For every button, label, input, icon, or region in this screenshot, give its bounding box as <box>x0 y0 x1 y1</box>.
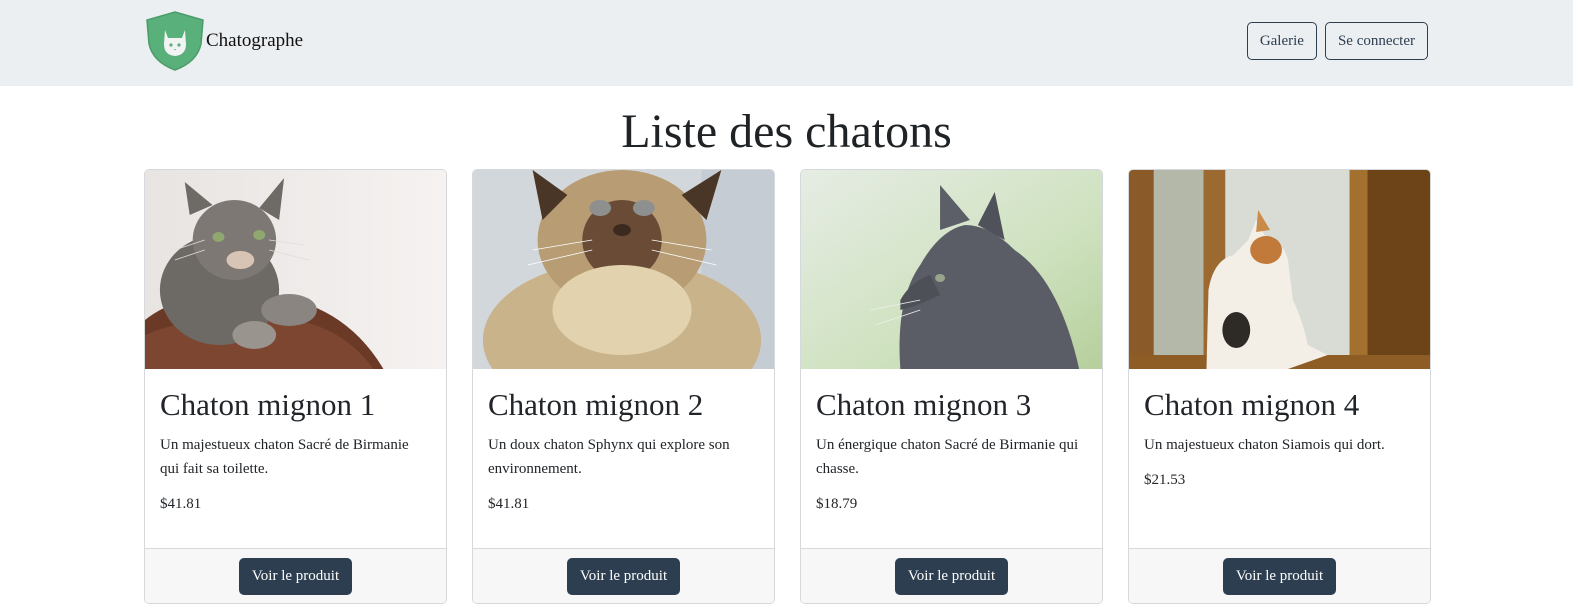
product-price: $41.81 <box>488 496 530 512</box>
product-card: Chaton mignon 4 Un majestueux chaton Sia… <box>1128 169 1431 604</box>
card-body: Chaton mignon 1 Un majestueux chaton Sac… <box>145 387 446 513</box>
brand-name: Chatographe <box>206 30 304 51</box>
card-body: Chaton mignon 4 Un majestueux chaton Sia… <box>1129 387 1430 489</box>
card-footer: Voir le produit <box>145 548 446 603</box>
product-title: Chaton mignon 1 <box>160 387 376 422</box>
card-footer: Voir le produit <box>801 548 1102 603</box>
product-grid: Chaton mignon 1 Un majestueux chaton Sac… <box>144 169 1431 604</box>
view-product-button[interactable]: Voir le produit <box>1222 557 1337 595</box>
product-description: Un majestueux chaton Sacré de Birmanie q… <box>160 437 409 477</box>
product-description: Un énergique chaton Sacré de Birmanie qu… <box>816 437 1079 477</box>
nav-buttons: Galerie Se connecter <box>1246 22 1428 60</box>
cat-shield-icon <box>146 11 204 71</box>
product-card: Chaton mignon 1 Un majestueux chaton Sac… <box>144 169 447 604</box>
kitten-window-photo[interactable] <box>1129 170 1430 369</box>
page-title: Liste des chatons <box>621 105 952 158</box>
product-price: $21.53 <box>1144 472 1186 488</box>
grey-cat-photo[interactable] <box>801 170 1102 369</box>
view-product-button[interactable]: Voir le produit <box>566 557 681 595</box>
product-card: Chaton mignon 2 Un doux chaton Sphynx qu… <box>472 169 775 604</box>
navbar: Chatographe Galerie Se connecter <box>0 0 1573 86</box>
card-body: Chaton mignon 2 Un doux chaton Sphynx qu… <box>473 387 774 513</box>
view-product-button[interactable]: Voir le produit <box>894 557 1009 595</box>
product-price: $18.79 <box>816 496 858 512</box>
product-title: Chaton mignon 3 <box>816 387 1032 422</box>
product-price: $41.81 <box>160 496 202 512</box>
product-title: Chaton mignon 4 <box>1144 387 1360 422</box>
gallery-button[interactable]: Galerie <box>1246 22 1317 60</box>
login-button[interactable]: Se connecter <box>1324 22 1428 60</box>
product-title: Chaton mignon 2 <box>488 387 704 422</box>
card-body: Chaton mignon 3 Un énergique chaton Sacr… <box>801 387 1102 513</box>
card-footer: Voir le produit <box>1129 548 1430 603</box>
tabby-cat-photo[interactable] <box>145 170 446 369</box>
product-description: Un majestueux chaton Siamois qui dort. <box>1144 437 1385 453</box>
product-description: Un doux chaton Sphynx qui explore son en… <box>488 437 730 477</box>
cream-cat-photo[interactable] <box>473 170 774 369</box>
view-product-button[interactable]: Voir le produit <box>238 557 353 595</box>
brand[interactable]: Chatographe <box>143 10 303 72</box>
card-footer: Voir le produit <box>473 548 774 603</box>
product-card: Chaton mignon 3 Un énergique chaton Sacr… <box>800 169 1103 604</box>
